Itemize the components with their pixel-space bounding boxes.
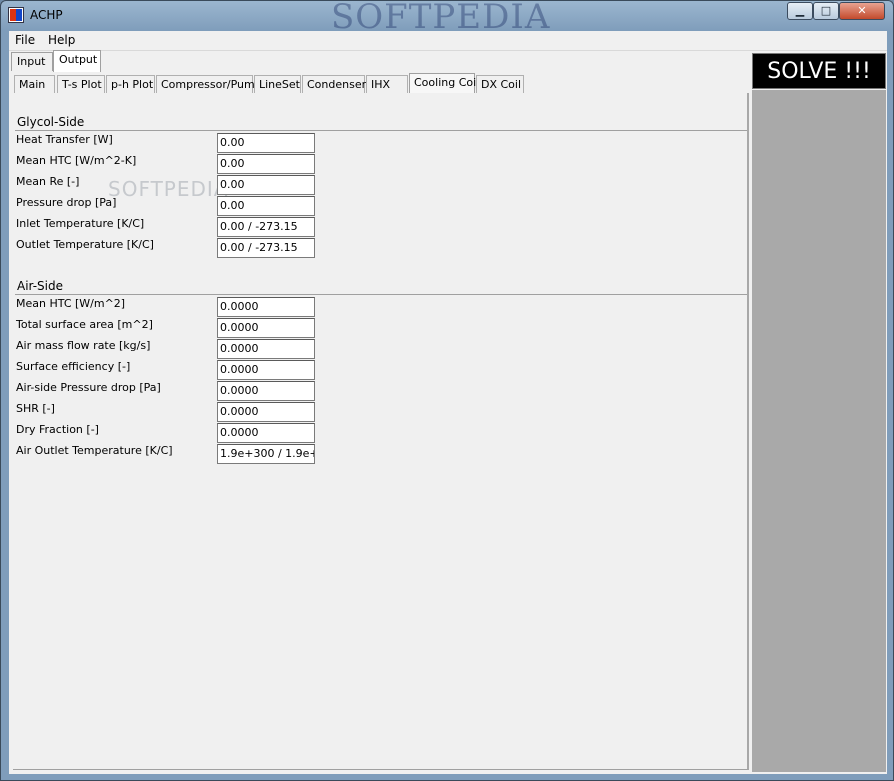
mean-re-label: Mean Re [-] <box>16 175 80 188</box>
air-mass-flow-label: Air mass flow rate [kg/s] <box>16 339 151 352</box>
client-area: File Help Input Output Main T-s Plot p-h… <box>9 31 887 774</box>
air-mean-htc-field[interactable]: 0.0000 <box>217 297 315 317</box>
shr-label: SHR [-] <box>16 402 55 415</box>
surface-efficiency-label: Surface efficiency [-] <box>16 360 131 373</box>
pressure-drop-field[interactable]: 0.00 <box>217 196 315 216</box>
air-outlet-temperature-label: Air Outlet Temperature [K/C] <box>16 444 173 457</box>
air-mass-flow-field[interactable]: 0.0000 <box>217 339 315 359</box>
shr-field[interactable]: 0.0000 <box>217 402 315 422</box>
tab-compressor-pump[interactable]: Compressor/Pump <box>156 75 262 94</box>
app-logo-icon <box>8 7 24 23</box>
title-bar[interactable]: ACHP SOFTPEDIA ▁ □ ✕ <box>1 0 894 37</box>
tab-ts-plot[interactable]: T-s Plot <box>57 75 105 94</box>
menu-help[interactable]: Help <box>48 33 75 47</box>
minimize-button[interactable]: ▁ <box>787 2 813 20</box>
mean-re-field[interactable]: 0.00 <box>217 175 315 195</box>
air-divider <box>15 294 747 295</box>
window-frame: ACHP SOFTPEDIA ▁ □ ✕ File Help Input Out… <box>0 0 894 781</box>
menu-bar: File Help <box>9 31 887 51</box>
maximize-button[interactable]: □ <box>813 2 839 20</box>
inner-watermark: SOFTPEDIA <box>108 177 229 201</box>
tab-dx-coil[interactable]: DX Coil <box>476 75 524 94</box>
tab-lineset[interactable]: LineSet <box>254 75 301 94</box>
mean-htc-field[interactable]: 0.00 <box>217 154 315 174</box>
surface-efficiency-field[interactable]: 0.0000 <box>217 360 315 380</box>
outlet-temperature-field[interactable]: 0.00 / -273.15 <box>217 238 315 258</box>
inlet-temperature-label: Inlet Temperature [K/C] <box>16 217 145 230</box>
close-button[interactable]: ✕ <box>839 2 885 20</box>
tab-cooling-coil[interactable]: Cooling Coil <box>409 73 479 94</box>
total-surface-area-label: Total surface area [m^2] <box>16 318 153 331</box>
air-pressure-drop-field[interactable]: 0.0000 <box>217 381 315 401</box>
cooling-coil-panel: SOFTPEDIA Glycol-Side Heat Transfer [W] … <box>13 93 749 770</box>
air-mean-htc-label: Mean HTC [W/m^2] <box>16 297 126 310</box>
outlet-temperature-label: Outlet Temperature [K/C] <box>16 238 154 251</box>
output-tabs: Main T-s Plot p-h Plot Compressor/Pump L… <box>13 73 749 94</box>
tab-input[interactable]: Input <box>11 52 53 71</box>
tab-main[interactable]: Main <box>14 75 55 94</box>
dry-fraction-field[interactable]: 0.0000 <box>217 423 315 443</box>
glycol-section-title: Glycol-Side <box>17 115 85 129</box>
dry-fraction-label: Dry Fraction [-] <box>16 423 99 436</box>
tab-output[interactable]: Output <box>53 50 101 72</box>
pressure-drop-label: Pressure drop [Pa] <box>16 196 117 209</box>
air-outlet-temperature-field[interactable]: 1.9e+300 / 1.9e+3 <box>217 444 315 464</box>
glycol-divider <box>15 130 747 131</box>
air-section-title: Air-Side <box>17 279 63 293</box>
mean-htc-label: Mean HTC [W/m^2-K] <box>16 154 137 167</box>
tab-condenser[interactable]: Condenser <box>302 75 366 94</box>
total-surface-area-field[interactable]: 0.0000 <box>217 318 315 338</box>
side-panel <box>752 90 886 772</box>
window-title: ACHP <box>30 8 63 22</box>
tab-ph-plot[interactable]: p-h Plot <box>106 75 155 94</box>
solve-button[interactable]: SOLVE !!! <box>752 53 886 89</box>
heat-transfer-field[interactable]: 0.00 <box>217 133 315 153</box>
inlet-temperature-field[interactable]: 0.00 / -273.15 <box>217 217 315 237</box>
tab-ihx[interactable]: IHX <box>366 75 408 94</box>
menu-file[interactable]: File <box>15 33 35 47</box>
air-pressure-drop-label: Air-side Pressure drop [Pa] <box>16 381 161 394</box>
heat-transfer-label: Heat Transfer [W] <box>16 133 113 146</box>
